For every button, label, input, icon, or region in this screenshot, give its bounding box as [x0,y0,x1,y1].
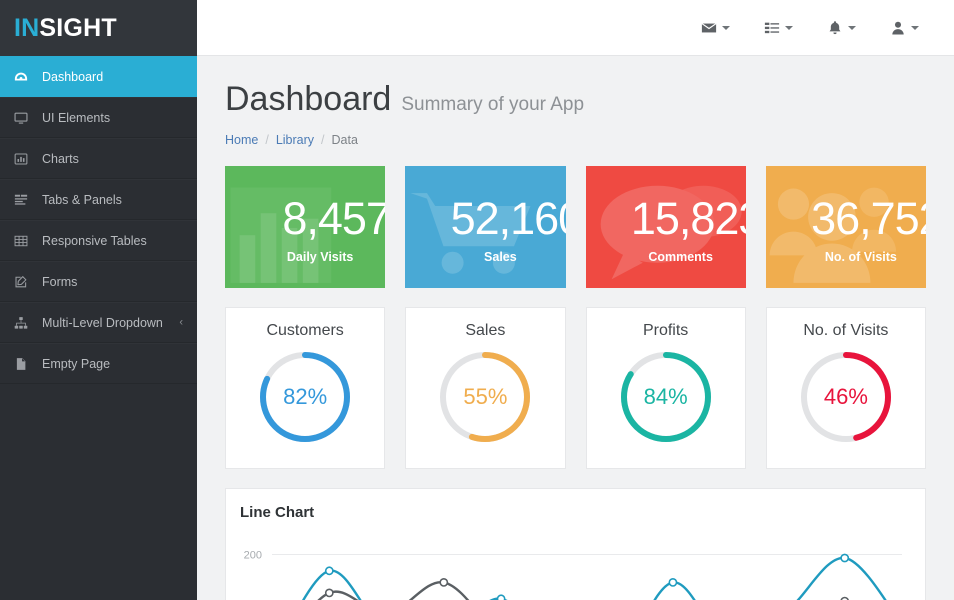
chevron-left-icon[interactable]: ‹ [179,317,183,328]
breadcrumb-separator: / [265,133,268,147]
line-chart-plot: 150200 [226,521,925,600]
stat-tile[interactable]: 36,752 No. of Visits [766,166,926,288]
sidebar-item-responsive-tables[interactable]: Responsive Tables [0,220,197,261]
donut-card: Sales 55% [405,307,565,469]
bell-icon [827,20,843,36]
page-header: Dashboard Summary of your App [215,56,936,123]
sidebar-item-tabs-panels[interactable]: Tabs & Panels [0,179,197,220]
user-icon [890,20,906,36]
sitemap-icon [14,316,40,330]
page-subtitle: Summary of your App [401,94,584,116]
breadcrumb-current: Data [332,133,358,147]
donut-value: 55% [439,351,531,443]
stat-tile[interactable]: 52,160 Sales [405,166,565,288]
main-area: Dashboard Summary of your App Home / Lib… [197,0,954,600]
donut-chart: 55% [439,351,531,443]
edit-icon [14,275,40,289]
page-content: Dashboard Summary of your App Home / Lib… [197,56,954,600]
sidebar-item-charts[interactable]: Charts [0,138,197,179]
donut-card-title: Customers [266,322,343,340]
stat-tile-label: Comments [648,250,713,264]
sidebar-nav: Dashboard UI Elements Charts Tabs & Panels R… [0,56,197,384]
table-icon [14,234,40,248]
file-icon [14,357,40,371]
sidebar-item-label: Tabs & Panels [40,193,122,207]
donut-chart: 84% [620,351,712,443]
stat-tile-value: 8,457 [282,196,385,241]
caret-down-icon [785,26,793,30]
breadcrumb-library[interactable]: Library [276,133,314,147]
tasks-icon [764,20,780,36]
sidebar-item-dashboard[interactable]: Dashboard [0,56,197,97]
donut-value: 84% [620,351,712,443]
stat-tile-label: Sales [484,250,517,264]
donut-card: Profits 84% [586,307,746,469]
envelope-icon [701,20,717,36]
donut-value: 46% [800,351,892,443]
brand-part-one: IN [14,14,39,43]
breadcrumb-home[interactable]: Home [225,133,258,147]
sidebar-item-label: UI Elements [40,111,110,125]
topbar [197,0,954,56]
stat-tile-label: Daily Visits [287,250,353,264]
donut-chart: 46% [800,351,892,443]
donut-cards-row: Customers 82% Sales 55% Profits 84% No. of Vis… [215,288,936,469]
stat-tile-label: No. of Visits [825,250,897,264]
sidebar-item-label: Empty Page [40,357,110,371]
page-title: Dashboard [225,80,391,119]
sidebar-item-ui-elements[interactable]: UI Elements [0,97,197,138]
dashboard-icon [14,70,40,84]
stat-tiles-row: 8,457 Daily Visits 52,160 Sales 15,823 Commen… [215,147,936,288]
line-chart-card: Line Chart 150200 [225,488,926,600]
sidebar-item-label: Responsive Tables [40,234,147,248]
sidebar-item-multi-level-dropdown[interactable]: Multi-Level Dropdown ‹ [0,302,197,343]
sidebar: INSIGHT Dashboard UI Elements Charts Tabs &… [0,0,197,600]
stat-tile-value: 15,823 [631,196,746,241]
stat-tile-value: 36,752 [811,196,926,241]
stat-tile[interactable]: 15,823 Comments [586,166,746,288]
stat-tile-value: 52,160 [451,196,566,241]
brand-part-two: SIGHT [39,14,116,43]
donut-card: No. of Visits 46% [766,307,926,469]
app-root: INSIGHT Dashboard UI Elements Charts Tabs &… [0,0,954,600]
donut-value: 82% [259,351,351,443]
caret-down-icon [848,26,856,30]
brand-logo[interactable]: INSIGHT [0,0,197,56]
donut-card-title: No. of Visits [803,322,888,340]
bar-chart-icon [14,152,40,166]
account-menu[interactable] [873,20,936,36]
donut-card-title: Profits [643,322,688,340]
svg-text:200: 200 [244,550,262,562]
donut-card-title: Sales [465,322,505,340]
breadcrumb: Home / Library / Data [215,123,936,147]
desktop-icon [14,111,40,125]
sidebar-item-empty-page[interactable]: Empty Page [0,343,197,384]
sidebar-item-label: Charts [40,152,79,166]
stat-tile[interactable]: 8,457 Daily Visits [225,166,385,288]
breadcrumb-separator: / [321,133,324,147]
donut-card: Customers 82% [225,307,385,469]
messages-menu[interactable] [684,20,747,36]
tasks-menu[interactable] [747,20,810,36]
sidebar-item-forms[interactable]: Forms [0,261,197,302]
sidebar-item-label: Multi-Level Dropdown [40,316,163,330]
panels-icon [14,193,40,207]
notifications-menu[interactable] [810,20,873,36]
sidebar-item-label: Forms [40,275,77,289]
sidebar-item-label: Dashboard [40,70,103,84]
caret-down-icon [722,26,730,30]
donut-chart: 82% [259,351,351,443]
caret-down-icon [911,26,919,30]
line-chart-title: Line Chart [226,489,925,521]
